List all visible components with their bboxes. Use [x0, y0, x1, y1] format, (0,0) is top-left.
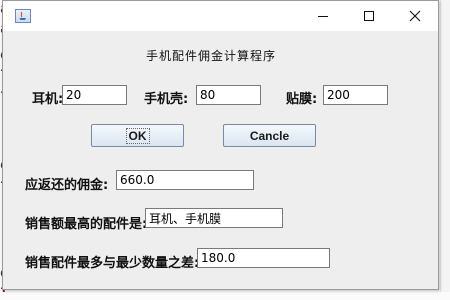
cancel-button[interactable]: Cancle: [223, 124, 316, 147]
commission-label: 应返还的佣金:: [25, 178, 109, 193]
minimize-icon: [318, 16, 328, 17]
editor-bottom-strip: [0, 292, 450, 300]
difference-output[interactable]: [197, 248, 330, 268]
title-bar[interactable]: [3, 1, 438, 31]
editor-scroll-strip: [440, 0, 450, 300]
close-icon: [409, 10, 421, 22]
form-heading: 手机配件佣金计算程序: [146, 49, 277, 63]
ok-button-label: OK: [125, 127, 150, 144]
form-panel: 手机配件佣金计算程序 耳机: 手机壳: 贴膜: OK Cancle 应返还的佣金…: [3, 31, 438, 289]
minimize-button[interactable]: [300, 1, 346, 31]
cancel-button-label: Cancle: [249, 128, 290, 143]
earphone-input[interactable]: [62, 85, 127, 105]
case-label: 手机壳:: [144, 92, 189, 107]
film-label: 贴膜:: [286, 92, 318, 107]
java-app-icon: [15, 9, 31, 23]
top-accessory-label: 销售额最高的配件是:: [25, 217, 148, 232]
ok-button[interactable]: OK: [91, 124, 184, 147]
case-input[interactable]: [196, 85, 261, 105]
commission-calculator-window: 手机配件佣金计算程序 耳机: 手机壳: 贴膜: OK Cancle 应返还的佣金…: [2, 0, 439, 290]
commission-output[interactable]: [116, 170, 254, 190]
top-accessory-output[interactable]: [145, 208, 283, 228]
earphone-label: 耳机:: [32, 92, 64, 107]
film-input[interactable]: [323, 85, 388, 105]
maximize-icon: [364, 11, 374, 21]
close-button[interactable]: [392, 1, 438, 31]
difference-label: 销售配件最多与最少数量之差:: [25, 256, 200, 271]
maximize-button[interactable]: [346, 1, 392, 31]
